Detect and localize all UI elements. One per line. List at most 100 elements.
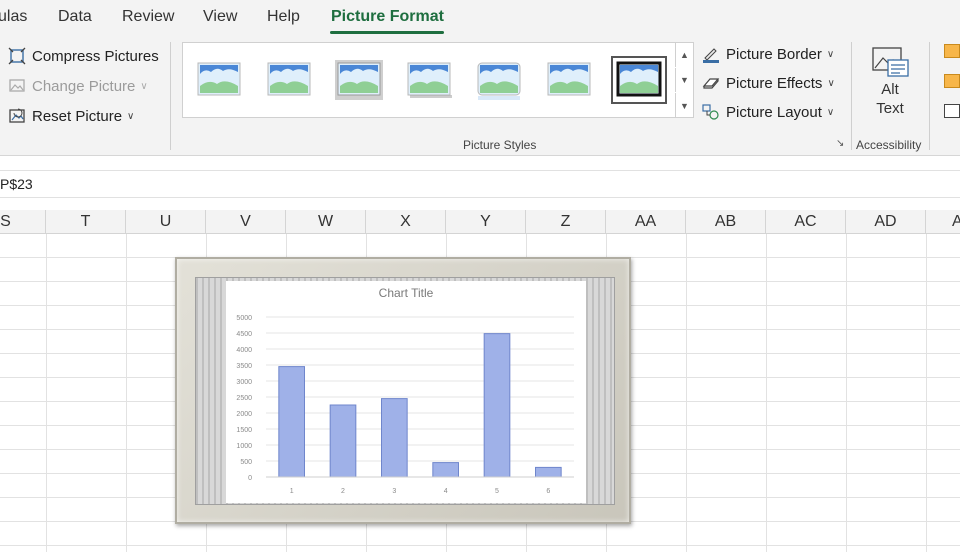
style-thick-matte-black[interactable] [611,56,667,104]
style-soft-edge-rectangle[interactable] [545,60,593,100]
picture-styles-gallery: ▲ ▼ ▼ [182,42,694,118]
alt-text-line2: Text [876,100,904,117]
chart-bar [535,466,562,478]
x-tick-label: 2 [341,488,345,495]
style-preview-icon [267,62,311,96]
column-header-u[interactable]: U [126,210,206,234]
style-drop-shadow-rectangle[interactable] [405,60,453,100]
tab-formulas[interactable]: ulas [0,8,27,26]
dialog-launcher-icon[interactable]: ↘ [836,138,848,150]
style-reflected-rounded[interactable] [475,60,523,100]
change-picture-icon [9,79,25,92]
y-tick-label: 2000 [236,411,252,418]
style-beveled-matte[interactable] [335,60,383,100]
y-tick-label: 3000 [236,379,252,386]
chart-picture[interactable]: Chart Title 0 500 1000 1500 2000 2500 3000 3500… [175,257,631,524]
group-separator [929,42,930,150]
picture-border-button[interactable]: Picture Border ∨ [702,41,834,67]
column-header-ae[interactable]: A [926,210,960,234]
tab-review[interactable]: Review [122,8,174,26]
style-simple-frame-white[interactable] [195,60,243,100]
gallery-more[interactable]: ▼ [675,93,693,118]
picture-layout-button[interactable]: Picture Layout ∨ [702,99,834,125]
column-header-ac[interactable]: AC [766,210,846,234]
chevron-down-icon: ∨ [826,48,835,60]
picture-layout-label: Picture Layout [726,103,822,121]
compress-icon [8,47,26,65]
group-separator [170,42,171,150]
column-header-ab[interactable]: AB [686,210,766,234]
y-tick-label: 4000 [236,347,252,354]
column-header-x[interactable]: X [366,210,446,234]
send-backward-icon[interactable] [944,74,960,88]
compress-pictures-button[interactable]: Compress Pictures [8,43,159,69]
tab-help[interactable]: Help [267,8,300,26]
effects-icon [702,78,720,89]
y-tick-label: 4500 [236,331,252,338]
column-header-v[interactable]: V [206,210,286,234]
style-preview-icon [197,62,241,96]
tab-data[interactable]: Data [58,8,92,26]
tab-view[interactable]: View [203,8,237,26]
column-header-w[interactable]: W [286,210,366,234]
chart-title: Chart Title [379,286,434,300]
chart-bar [432,462,459,478]
style-preview-icon [547,62,591,96]
formula-bar[interactable]: P$23 [0,170,960,198]
x-tick-label: 6 [546,488,550,495]
picture-effects-button[interactable]: Picture Effects ∨ [702,70,835,96]
style-preview-icon [477,62,521,100]
y-tick-label: 1000 [236,443,252,450]
x-tick-label: 4 [444,488,448,495]
column-header-s[interactable]: S [0,210,46,234]
chart-bar [329,404,357,478]
chart-bar [278,366,305,478]
style-preview-icon [407,62,452,98]
layout-icon [702,104,719,120]
reset-picture-label: Reset Picture [32,107,123,125]
y-tick-label: 0 [248,475,252,482]
change-picture-button[interactable]: Change Picture ∨ [8,73,148,99]
ribbon: Compress Pictures Change Picture ∨ Reset… [0,36,960,156]
column-header-z[interactable]: Z [526,210,606,234]
picture-frame: Chart Title 0 500 1000 1500 2000 2500 3000 3500… [195,277,615,505]
reset-picture-button[interactable]: Reset Picture ∨ [8,103,134,129]
pencil-icon [703,48,719,63]
column-header-y[interactable]: Y [446,210,526,234]
gallery-scroll-up[interactable]: ▲ [675,43,693,67]
chevron-down-icon: ∨ [140,80,148,92]
change-picture-label: Change Picture [32,77,136,95]
y-tick-label: 2500 [236,395,252,402]
arrange-icons-partial [940,42,960,132]
picture-effects-label: Picture Effects [726,74,823,92]
reset-picture-icon [9,108,25,123]
chart-bar [381,398,408,478]
picture-styles-label: Picture Styles [463,138,537,152]
style-preview-icon [335,60,383,100]
column-header-ad[interactable]: AD [846,210,926,234]
column-header-t[interactable]: T [46,210,126,234]
active-tab-indicator [330,31,444,34]
tab-picture-format[interactable]: Picture Format [331,8,444,26]
column-header-aa[interactable]: AA [606,210,686,234]
picture-border-label: Picture Border [726,45,822,63]
gallery-scroll-down[interactable]: ▼ [675,68,693,92]
formula-content: P$23 [0,176,33,192]
y-tick-label: 1500 [236,427,252,434]
chart-bar [483,333,511,478]
alt-text-line1: Alt [881,81,899,98]
group-separator [851,42,852,150]
y-tick-label: 500 [240,459,252,466]
compress-pictures-label: Compress Pictures [32,47,159,65]
y-tick-label: 5000 [236,315,252,322]
x-tick-label: 1 [290,488,294,495]
y-tick-label: 3500 [236,363,252,370]
chart: Chart Title 0 500 1000 1500 2000 2500 3000 3500… [226,281,586,503]
style-preview-icon [616,61,662,97]
chevron-down-icon: ∨ [827,77,835,89]
style-simple-frame-soft[interactable] [265,60,313,100]
bring-forward-icon[interactable] [944,44,960,58]
x-tick-label: 5 [495,488,499,495]
alt-text-button[interactable]: Alt Text [864,42,916,130]
selection-pane-icon[interactable] [944,104,960,118]
